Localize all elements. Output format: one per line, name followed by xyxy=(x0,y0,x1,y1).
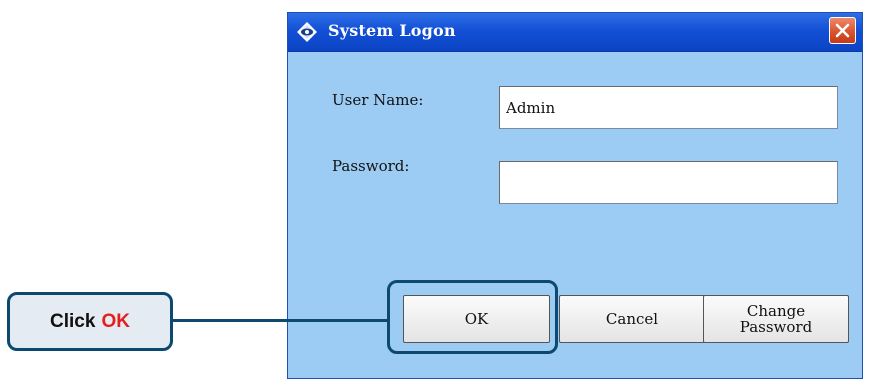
callout-text-click: Click xyxy=(50,310,96,332)
title-bar[interactable]: System Logon xyxy=(288,13,862,52)
system-logon-dialog: System Logon User Name: Password: OK Can… xyxy=(287,12,863,379)
diamond-eye-icon xyxy=(296,21,318,43)
click-ok-callout: Click OK xyxy=(7,292,173,351)
change-password-line2: Password xyxy=(739,318,813,336)
ok-button-highlight xyxy=(387,280,558,354)
close-button[interactable] xyxy=(829,17,856,44)
username-field[interactable] xyxy=(499,86,838,129)
callout-text-ok: OK xyxy=(101,310,130,332)
password-label: Password: xyxy=(332,157,410,175)
close-icon xyxy=(835,23,850,38)
change-password-line1: Change xyxy=(746,302,806,320)
username-label: User Name: xyxy=(332,91,424,109)
dialog-title: System Logon xyxy=(328,21,456,40)
change-password-button[interactable]: Change Password xyxy=(703,295,849,343)
password-field[interactable] xyxy=(499,161,838,204)
callout-connector-line xyxy=(173,319,387,322)
cancel-button[interactable]: Cancel xyxy=(559,295,705,343)
